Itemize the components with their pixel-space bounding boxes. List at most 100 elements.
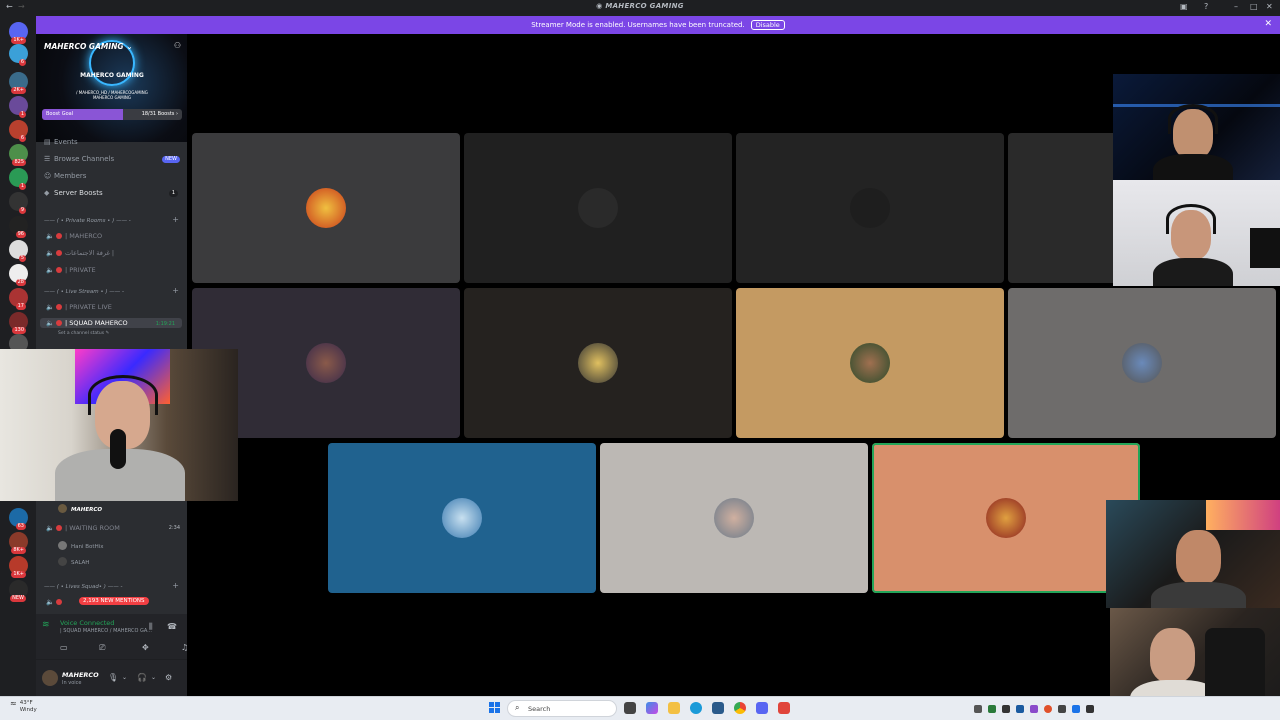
start-icon[interactable] xyxy=(489,702,501,714)
server-icon[interactable]: 6 xyxy=(9,120,28,142)
settings-gear-icon[interactable]: ⚙ xyxy=(165,673,172,682)
help-icon[interactable]: ? xyxy=(1204,2,1208,11)
avatar xyxy=(850,188,890,228)
server-icon[interactable]: 17 xyxy=(9,288,28,310)
server-icon[interactable]: 130 xyxy=(9,312,28,334)
tray-icon[interactable] xyxy=(1058,705,1066,713)
avatar xyxy=(578,343,618,383)
members-item[interactable]: ☺ Members xyxy=(44,172,86,180)
tray-icon[interactable] xyxy=(1002,705,1010,713)
copilot-icon[interactable] xyxy=(646,702,658,714)
participant-tile[interactable] xyxy=(192,133,460,283)
channel-squad-maherco[interactable]: 🔈 | SQUAD MAHERCO 1:19:21 xyxy=(40,318,182,328)
headphones-icon[interactable]: 🎧 xyxy=(137,673,147,682)
camera-icon[interactable]: ▭ xyxy=(60,643,68,652)
participant-tile-speaking[interactable] xyxy=(872,443,1140,593)
banner-close-icon[interactable]: ✕ xyxy=(1264,19,1272,29)
speaker-icon: 🔈 xyxy=(46,303,55,311)
server-boosts-item[interactable]: ◆ Server Boosts xyxy=(44,189,103,197)
weather-widget[interactable]: ≈43°F Windy xyxy=(10,700,37,714)
tray-icon[interactable] xyxy=(1016,705,1024,713)
direct-messages-icon[interactable]: 1K+ xyxy=(9,22,28,44)
disable-streamer-mode-button[interactable]: Disable xyxy=(750,20,785,30)
server-icon[interactable]: 5 xyxy=(9,240,28,262)
chrome-icon[interactable] xyxy=(734,702,746,714)
discord-taskbar-icon[interactable] xyxy=(756,702,768,714)
voice-channel-name[interactable]: | SQUAD MAHERCO / MAHERCO GA... xyxy=(60,628,152,634)
microphone-icon[interactable]: 🎙 xyxy=(108,673,118,682)
server-icon[interactable]: 28 xyxy=(9,264,28,286)
inbox-icon[interactable]: ▣ xyxy=(1180,2,1188,11)
server-icon[interactable]: 2K+ xyxy=(9,72,28,94)
participant-tile[interactable] xyxy=(736,288,1004,438)
taskbar-search[interactable]: ⌕ Search xyxy=(507,700,617,717)
events-item[interactable]: ▤ Events xyxy=(44,138,78,146)
monitor-graphic xyxy=(1250,228,1280,268)
disconnect-icon[interactable]: ☎ xyxy=(167,622,177,631)
participant-tile[interactable] xyxy=(736,133,1004,283)
participant-tile[interactable] xyxy=(464,288,732,438)
add-channel-icon[interactable]: + xyxy=(172,215,179,224)
server-icon[interactable]: 1K+ xyxy=(9,556,28,578)
server-icon[interactable]: 1 xyxy=(9,96,28,118)
participant-tile[interactable] xyxy=(600,443,868,593)
guild-badge: 2K+ xyxy=(11,87,26,94)
task-view-icon[interactable] xyxy=(624,702,636,714)
tray-icon[interactable] xyxy=(1030,705,1038,713)
chevron-down-icon[interactable]: ⌄ xyxy=(151,674,156,681)
voice-connected-label[interactable]: Voice Connected xyxy=(60,619,114,627)
member-host[interactable]: MAHERCO xyxy=(58,504,102,513)
speaker-icon: 🔈 xyxy=(46,232,55,240)
activities-icon[interactable]: ✥ xyxy=(142,643,149,652)
maximize-icon[interactable]: □ xyxy=(1250,2,1258,11)
server-icon[interactable]: 8K+ xyxy=(9,532,28,554)
server-icon[interactable]: NEW xyxy=(9,580,28,602)
new-mentions-pill[interactable]: 2,193 NEW MENTIONS xyxy=(79,597,149,605)
participant-tile[interactable] xyxy=(1008,288,1276,438)
member-item[interactable]: SALAH xyxy=(58,557,89,566)
minimize-icon[interactable]: – xyxy=(1234,2,1238,11)
participant-tile[interactable] xyxy=(328,443,596,593)
server-icon[interactable]: 9 xyxy=(9,192,28,214)
add-channel-icon[interactable]: + xyxy=(172,286,179,295)
browse-channels-item[interactable]: ☰ Browse Channels xyxy=(44,155,114,163)
boost-goal-bar[interactable]: Boost Goal 18/31 Boosts › xyxy=(42,109,182,120)
server-icon[interactable]: 825 xyxy=(9,144,28,166)
add-member-icon[interactable]: ⚇ xyxy=(174,41,181,50)
app-icon[interactable] xyxy=(778,702,790,714)
set-channel-status[interactable]: Set a channel status ✎ xyxy=(58,331,109,336)
chevron-down-icon[interactable]: ⌄ xyxy=(122,674,127,681)
category-lives-squad[interactable]: —— ( • Lives Squad• ) —— - xyxy=(44,584,122,590)
close-window-icon[interactable]: ✕ xyxy=(1266,2,1273,11)
channel-lives-squad[interactable]: 🔈 xyxy=(46,598,65,606)
edge-icon[interactable] xyxy=(690,702,702,714)
participant-tile[interactable] xyxy=(464,133,732,283)
add-channel-icon[interactable]: + xyxy=(172,581,179,590)
window-title: ◉ MAHERCO GAMING xyxy=(596,2,684,10)
tray-icon[interactable] xyxy=(1044,705,1052,713)
channel-waiting-room[interactable]: 🔈 | WAITING ROOM xyxy=(46,524,120,532)
member-item[interactable]: Hani BotHix xyxy=(58,541,103,550)
server-icon[interactable]: 63 xyxy=(9,508,28,530)
category-live-stream[interactable]: —— ( • Live Stream • ) —— - xyxy=(44,289,124,295)
channel-meetings[interactable]: 🔈 غرفة الاجتماعات | xyxy=(46,249,114,257)
bluetooth-icon[interactable] xyxy=(1072,705,1080,713)
channel-private-live[interactable]: 🔈 | PRIVATE LIVE xyxy=(46,303,112,311)
server-icon[interactable]: 96 xyxy=(9,216,28,238)
store-icon[interactable] xyxy=(712,702,724,714)
guild-badge: 8K+ xyxy=(11,547,26,554)
server-name-menu[interactable]: MAHERCO GAMING ⌄ xyxy=(44,42,133,51)
avatar[interactable] xyxy=(42,670,58,686)
tray-icon[interactable] xyxy=(1086,705,1094,713)
tray-icon[interactable] xyxy=(988,705,996,713)
tray-icon[interactable] xyxy=(974,705,982,713)
channel-private[interactable]: 🔈 | PRIVATE xyxy=(46,266,96,274)
file-explorer-icon[interactable] xyxy=(668,702,680,714)
category-private-rooms[interactable]: —— ( • Private Rooms • ) —— - xyxy=(44,218,131,224)
server-icon[interactable]: 1 xyxy=(9,168,28,190)
screen-share-icon[interactable]: ⎚ xyxy=(99,643,105,653)
noise-suppression-icon[interactable]: ⫼ xyxy=(149,622,153,632)
channel-maherco[interactable]: 🔈 | MAHERCO xyxy=(46,232,102,240)
server-icon[interactable]: 6 xyxy=(9,44,28,66)
avatar xyxy=(58,557,67,566)
